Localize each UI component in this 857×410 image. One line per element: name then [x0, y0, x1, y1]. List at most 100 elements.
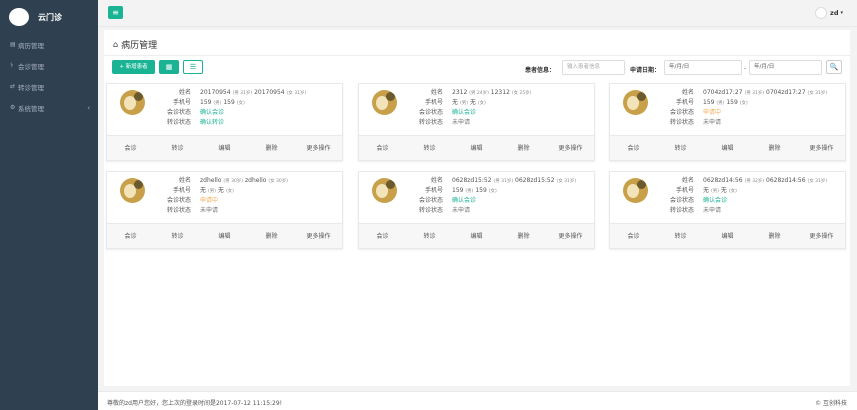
transfer-button[interactable]: 转诊: [657, 136, 704, 160]
divider: [104, 55, 850, 56]
menu-toggle-button[interactable]: ≡: [108, 6, 123, 19]
avatar: [623, 90, 648, 115]
card-actions: 会诊 转诊 编辑 删除 更多操作: [107, 223, 342, 248]
name-label: 姓名: [178, 177, 191, 184]
delete-button[interactable]: 删除: [751, 136, 798, 160]
more-actions-button[interactable]: 更多操作: [295, 136, 342, 160]
consult-button[interactable]: 会诊: [359, 136, 406, 160]
transfer-label: 转诊状态: [166, 207, 191, 214]
sidebar: 云门诊 ▤ 病历管理 ⚕ 会诊管理 ⇄ 转诊管理 ⚙ 系统管理 ‹: [0, 0, 98, 410]
date-to-input[interactable]: 年/月/日: [749, 60, 822, 75]
avatar: [120, 178, 145, 203]
transfer-row: 转诊状态 未申请: [399, 118, 531, 128]
transfer-icon: ⇄: [10, 83, 16, 90]
avatar: [372, 90, 397, 115]
consult-button[interactable]: 会诊: [107, 224, 154, 248]
sidebar-item-transfer[interactable]: ⇄ 转诊管理: [0, 76, 98, 97]
card-actions: 会诊 转诊 编辑 删除 更多操作: [107, 135, 342, 160]
phone-value: 无 (男) 无 (女): [452, 99, 486, 106]
list-view-button[interactable]: ☰: [183, 60, 203, 74]
sidebar-item-label: 系统管理: [18, 104, 44, 113]
add-patient-button[interactable]: + 新增患者: [112, 60, 155, 74]
page-title-text: 病历管理: [121, 41, 158, 51]
name-row: 姓名 0704zd17:27 (男 31岁) 0704zd17:27 (女 31…: [650, 88, 827, 98]
transfer-button[interactable]: 转诊: [406, 136, 453, 160]
delete-button[interactable]: 删除: [248, 224, 295, 248]
name-value: 2312 (男 24岁) 12312 (女 25岁): [452, 89, 532, 96]
delete-button[interactable]: 删除: [500, 224, 547, 248]
phone-row: 手机号 无 (男) 无 (女): [399, 98, 531, 108]
transfer-row: 转诊状态 未申请: [147, 206, 288, 216]
consult-label: 会诊状态: [669, 197, 694, 204]
sidebar-item-system[interactable]: ⚙ 系统管理 ‹: [0, 97, 98, 118]
delete-button[interactable]: 删除: [248, 136, 295, 160]
consult-status: 确认会诊: [452, 197, 477, 204]
sidebar-item-consult[interactable]: ⚕ 会诊管理: [0, 55, 98, 76]
page-title: ⌂ 病历管理: [113, 38, 157, 51]
patient-info-label: 患者信息：: [525, 67, 556, 74]
edit-button[interactable]: 编辑: [201, 136, 248, 160]
phone-label: 手机号: [172, 187, 191, 194]
consult-row: 会诊状态 确认会诊: [147, 108, 306, 118]
user-menu[interactable]: zd ▾: [815, 7, 843, 19]
more-actions-button[interactable]: 更多操作: [547, 224, 594, 248]
date-separator: -: [744, 65, 747, 72]
consult-label: 会诊状态: [669, 109, 694, 116]
transfer-button[interactable]: 转诊: [406, 224, 453, 248]
search-icon: 🔍: [829, 63, 839, 71]
sidebar-item-records[interactable]: ▤ 病历管理: [0, 34, 98, 55]
consult-row: 会诊状态 申请中: [650, 108, 827, 118]
search-button[interactable]: 🔍: [826, 60, 842, 74]
more-actions-button[interactable]: 更多操作: [798, 224, 845, 248]
card-actions: 会诊 转诊 编辑 删除 更多操作: [610, 223, 845, 248]
edit-button[interactable]: 编辑: [704, 136, 751, 160]
edit-button[interactable]: 编辑: [453, 224, 500, 248]
patient-search-input[interactable]: 输入患者信息: [562, 60, 625, 75]
phone-row: 手机号 无 (男) 无 (女): [147, 186, 288, 196]
more-actions-button[interactable]: 更多操作: [547, 136, 594, 160]
phone-row: 手机号 159 (男) 159 (女): [650, 98, 827, 108]
phone-label: 手机号: [424, 187, 443, 194]
consult-row: 会诊状态 确认会诊: [399, 108, 531, 118]
logo: 云门诊: [0, 0, 98, 34]
delete-button[interactable]: 删除: [751, 224, 798, 248]
transfer-label: 转诊状态: [418, 207, 443, 214]
chevron-left-icon: ‹: [87, 103, 90, 112]
card-actions: 会诊 转诊 编辑 删除 更多操作: [359, 223, 594, 248]
name-label: 姓名: [681, 177, 694, 184]
transfer-status: 未申请: [703, 119, 722, 126]
delete-button[interactable]: 删除: [500, 136, 547, 160]
consult-status: 申请中: [200, 197, 219, 204]
transfer-status: 未申请: [703, 207, 722, 214]
phone-label: 手机号: [675, 99, 694, 106]
transfer-row: 转诊状态 未申请: [650, 118, 827, 128]
name-label: 姓名: [681, 89, 694, 96]
edit-button[interactable]: 编辑: [453, 136, 500, 160]
consult-button[interactable]: 会诊: [610, 136, 657, 160]
transfer-row: 转诊状态 未申请: [399, 206, 576, 216]
apply-date-label: 申请日期：: [630, 67, 661, 74]
more-actions-button[interactable]: 更多操作: [798, 136, 845, 160]
chevron-down-icon: ▾: [840, 10, 843, 16]
transfer-button[interactable]: 转诊: [154, 224, 201, 248]
sidebar-item-label: 会诊管理: [18, 62, 44, 71]
date-from-input[interactable]: 年/月/日: [664, 60, 742, 75]
edit-button[interactable]: 编辑: [201, 224, 248, 248]
transfer-row: 转诊状态 未申请: [650, 206, 827, 216]
phone-row: 手机号 无 (男) 无 (女): [650, 186, 827, 196]
consult-label: 会诊状态: [166, 109, 191, 116]
edit-button[interactable]: 编辑: [704, 224, 751, 248]
transfer-status: 未申请: [452, 207, 471, 214]
consult-button[interactable]: 会诊: [610, 224, 657, 248]
sidebar-item-label: 病历管理: [18, 41, 44, 50]
card-actions: 会诊 转诊 编辑 删除 更多操作: [359, 135, 594, 160]
name-row: 姓名 0628zd14:56 (男 32岁) 0628zd14:56 (女 31…: [650, 176, 827, 186]
transfer-label: 转诊状态: [418, 119, 443, 126]
more-actions-button[interactable]: 更多操作: [295, 224, 342, 248]
name-value: 0628zd14:56 (男 32岁) 0628zd14:56 (女 31岁): [703, 177, 828, 184]
consult-button[interactable]: 会诊: [107, 136, 154, 160]
consult-button[interactable]: 会诊: [359, 224, 406, 248]
transfer-button[interactable]: 转诊: [154, 136, 201, 160]
transfer-button[interactable]: 转诊: [657, 224, 704, 248]
grid-view-button[interactable]: ▦: [159, 60, 179, 74]
